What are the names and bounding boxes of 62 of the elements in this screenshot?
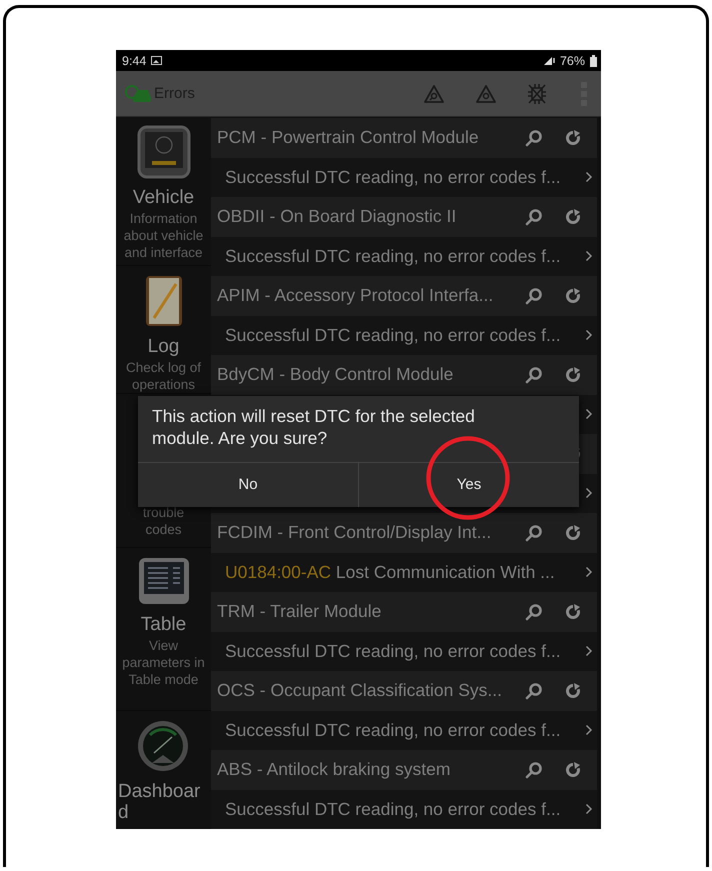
- refresh-icon[interactable]: [565, 762, 581, 778]
- gauge-icon: [136, 719, 190, 773]
- module-name: BdyCM - Body Control Module: [217, 364, 454, 384]
- module-name: OCS - Occupant Classification Sys...: [217, 680, 502, 700]
- search-icon[interactable]: [525, 208, 543, 226]
- status-message: Successful DTC reading, no error codes f...: [225, 246, 561, 266]
- chevron-icon: [585, 250, 593, 262]
- dialog-button[interactable]: No: [138, 462, 358, 507]
- module-name: APIM - Accessory Protocol Interfa...: [217, 285, 494, 306]
- search-icon[interactable]: [525, 524, 543, 542]
- sidebar-description: trouble codes: [142, 505, 186, 539]
- chevron-icon: [585, 408, 593, 420]
- refresh-icon[interactable]: [565, 524, 581, 541]
- status-message: Successful DTC reading, no error codes f...: [225, 798, 561, 819]
- search-icon[interactable]: [525, 760, 543, 779]
- battery-percent: 76%: [560, 54, 585, 68]
- chevron-icon: [585, 724, 593, 736]
- battery-icon: [590, 54, 597, 66]
- module-name: OBDII - On Board Diagnostic II: [217, 206, 456, 226]
- dialog-button[interactable]: Yes: [358, 462, 579, 507]
- clock-time: 9:44: [122, 54, 146, 68]
- status-message: Successful DTC reading, no error codes f...: [225, 640, 561, 661]
- status-message: Successful DTC reading, no error codes f...: [225, 720, 561, 740]
- refresh-icon[interactable]: [565, 208, 581, 225]
- refresh-icon[interactable]: [565, 288, 581, 304]
- chevron-icon: [585, 645, 593, 658]
- chevron-icon: [585, 566, 593, 578]
- status-message: Successful DTC reading, no error codes f...: [225, 324, 561, 345]
- search-icon[interactable]: [525, 128, 543, 147]
- module-name: PCM - Powertrain Control Module: [217, 127, 479, 148]
- signal-icon: [542, 55, 555, 66]
- image-icon: [151, 56, 162, 65]
- table-screen-icon: [136, 556, 190, 606]
- search-icon[interactable]: [525, 286, 543, 305]
- sidebar-title[interactable]: Dashboar d: [116, 782, 211, 824]
- refresh-icon[interactable]: [565, 366, 581, 383]
- module-name: TRM - Trailer Module: [217, 601, 382, 622]
- dialog-message: This action will reset DTC for the selected module. Are you sure?: [151, 405, 476, 450]
- chevron-icon: [585, 329, 593, 342]
- sidebar-description: Information about vehicle and interface: [122, 210, 204, 262]
- sidebar-description: Check log of operations: [124, 360, 202, 393]
- chevron-icon: [585, 803, 593, 816]
- search-icon[interactable]: [525, 602, 543, 621]
- module-name: ABS - Antilock braking system: [217, 759, 450, 780]
- info-tablet-icon: [136, 125, 190, 179]
- status-message: Successful DTC reading, no error codes f...: [225, 166, 561, 187]
- module-name: FCDIM - Front Control/Display Int...: [217, 522, 492, 542]
- notepad-icon: [144, 274, 184, 328]
- chevron-icon: [585, 171, 593, 184]
- refresh-icon[interactable]: [565, 604, 581, 620]
- car-icon: [124, 84, 152, 104]
- search-icon[interactable]: [525, 682, 543, 700]
- sidebar-title[interactable]: Vehicle: [116, 188, 211, 209]
- refresh-icon[interactable]: [565, 682, 581, 699]
- refresh-icon[interactable]: [565, 130, 581, 146]
- sidebar-title[interactable]: Log: [116, 337, 211, 358]
- search-icon[interactable]: [525, 366, 543, 384]
- sidebar-title[interactable]: Table: [116, 615, 211, 636]
- chevron-icon: [585, 487, 593, 500]
- sidebar-description: View parameters in Table mode: [121, 638, 206, 689]
- error-description: Lost Communication With ...: [336, 562, 555, 582]
- error-code: U0184:00-AC: [225, 562, 332, 582]
